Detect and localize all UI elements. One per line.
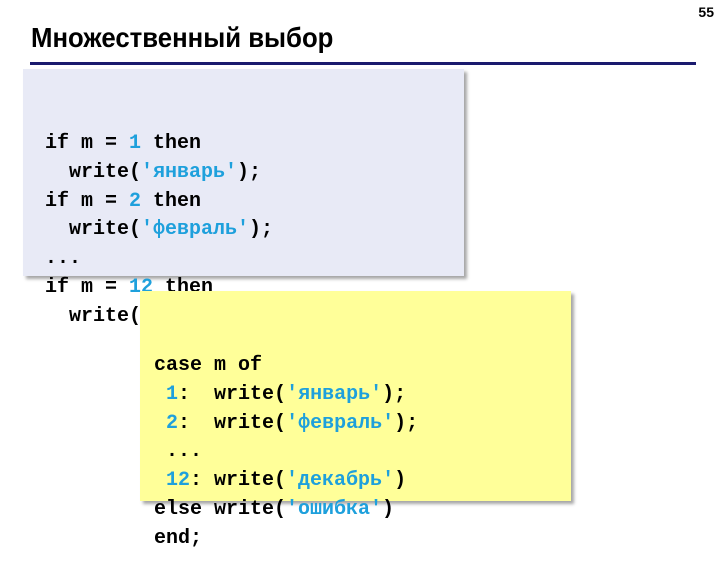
code-text: end;: [154, 526, 203, 550]
code-text: );: [382, 383, 407, 407]
code-line: ...: [154, 438, 571, 467]
code-literal: 'ошибка': [286, 497, 383, 521]
code-text: );: [237, 161, 262, 185]
code-text: then: [141, 132, 202, 156]
code-literal: 'январь': [141, 161, 238, 185]
code-text: ): [382, 497, 395, 521]
code-text: if m =: [45, 275, 130, 299]
code-line: ...: [45, 245, 464, 274]
code-literal: 'февраль': [141, 218, 250, 242]
code-text: : write(: [178, 383, 287, 407]
code-text: if m =: [45, 132, 130, 156]
code-literal: 'декабрь': [286, 469, 395, 493]
code-literal: 'февраль': [286, 411, 395, 435]
code-text: else write(: [154, 497, 287, 521]
code-text: : write(: [178, 411, 287, 435]
code-line: 2: write('февраль');: [154, 410, 571, 439]
code-text: ): [394, 469, 407, 493]
code-text: write(: [45, 218, 142, 242]
code-line: 12: write('декабрь'): [154, 467, 571, 496]
code-literal: 1: [166, 383, 179, 407]
code-text: );: [394, 411, 419, 435]
code-literal: 'январь': [286, 383, 383, 407]
slide-number: 55: [698, 4, 714, 20]
code-text: : write(: [190, 469, 287, 493]
code-line: if m = 2 then: [45, 188, 464, 217]
code-line: case m of: [154, 352, 571, 381]
case-code-lines: case m of 1: write('январь'); 2: write('…: [154, 348, 571, 553]
code-text: case m of: [154, 354, 263, 378]
slide-title: Множественный выбор: [31, 22, 334, 53]
code-literal: 12: [166, 469, 191, 493]
code-text: if m =: [45, 189, 130, 213]
code-text: write(: [45, 161, 142, 185]
code-line: write('январь');: [45, 159, 464, 188]
code-text: write(: [45, 304, 142, 328]
title-underline: [30, 62, 696, 65]
code-literal: 1: [129, 132, 142, 156]
code-line: write('февраль');: [45, 216, 464, 245]
code-text: );: [249, 218, 274, 242]
code-line: if m = 1 then: [45, 130, 464, 159]
code-text: ...: [154, 440, 203, 464]
code-text: ...: [45, 247, 82, 271]
code-line: else write('ошибка'): [154, 496, 571, 525]
code-text: then: [141, 189, 202, 213]
code-literal: 2: [166, 411, 179, 435]
case-code-block: case m of 1: write('январь'); 2: write('…: [140, 291, 571, 550]
code-line: end;: [154, 525, 571, 554]
if-code-block: if m = 1 then write('январь'); if m = 2 t…: [23, 69, 464, 328]
code-literal: 2: [129, 189, 142, 213]
code-line: 1: write('январь');: [154, 381, 571, 410]
